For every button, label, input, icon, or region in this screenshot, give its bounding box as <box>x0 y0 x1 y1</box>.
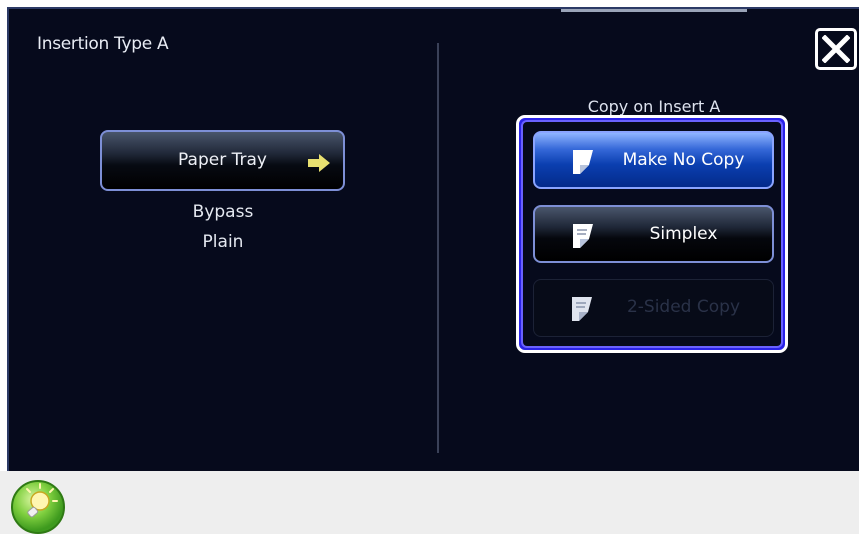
two-sided-copy-label: 2-Sided Copy <box>626 297 741 317</box>
document-icon <box>573 224 593 248</box>
paper-tray-source: Bypass <box>192 202 254 222</box>
top-tab-indicator <box>561 9 747 12</box>
copy-options-frame: Make No Copy Simplex 2-Sided Copy <box>521 120 783 348</box>
status-bar <box>0 471 859 534</box>
panel-divider <box>437 43 439 453</box>
close-icon <box>822 35 850 63</box>
panel-title: Insertion Type A <box>37 34 169 54</box>
document-icon <box>573 150 593 174</box>
arrow-right-icon <box>308 154 330 172</box>
paper-type: Plain <box>202 232 244 252</box>
paper-tray-button[interactable]: Paper Tray <box>100 130 345 191</box>
insertion-settings-panel: Insertion Type A Paper Tray Bypass Plain… <box>7 7 859 471</box>
copy-options-group: Make No Copy Simplex 2-Sided Copy <box>516 115 788 353</box>
two-sided-copy-button[interactable]: 2-Sided Copy <box>533 279 774 337</box>
lightbulb-icon[interactable] <box>10 479 66 535</box>
make-no-copy-label: Make No Copy <box>622 150 745 170</box>
close-button[interactable] <box>815 28 857 70</box>
copy-group-label: Copy on Insert A <box>587 97 721 116</box>
simplex-label: Simplex <box>649 224 718 244</box>
make-no-copy-button[interactable]: Make No Copy <box>533 131 774 189</box>
simplex-button[interactable]: Simplex <box>533 205 774 263</box>
document-icon <box>572 297 592 321</box>
